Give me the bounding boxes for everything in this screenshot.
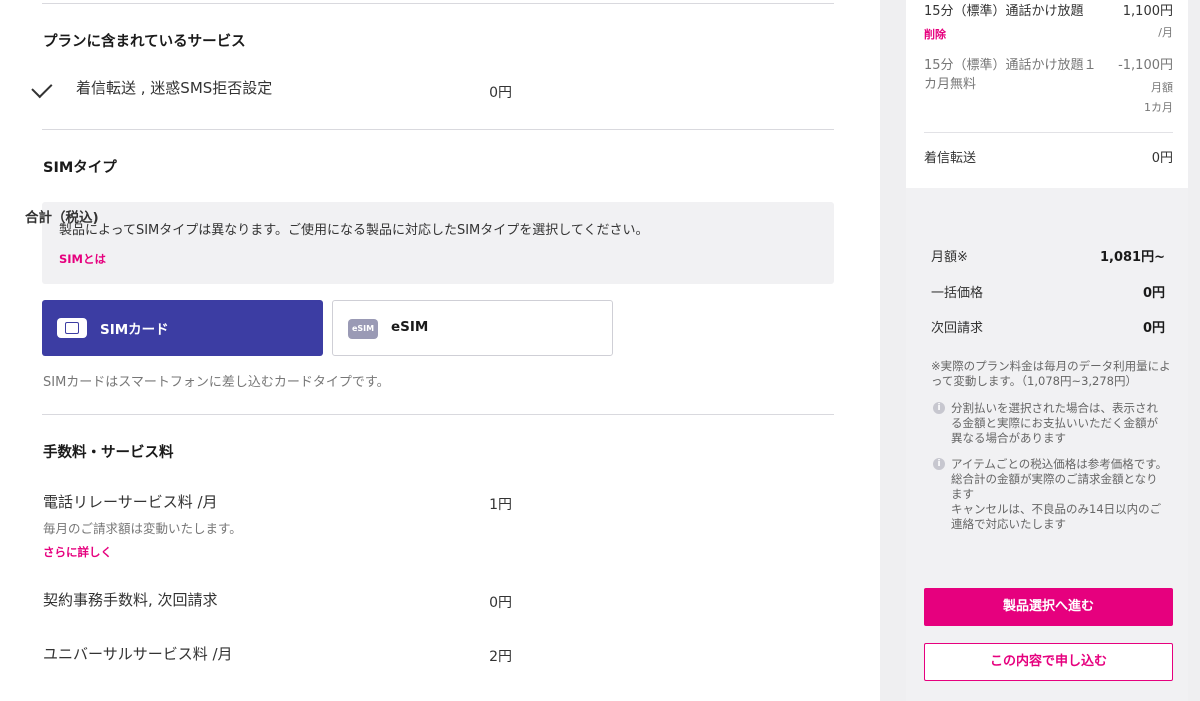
sim-card-label: SIMカード — [100, 322, 169, 338]
summary-item-price: 0円 — [1151, 151, 1173, 166]
divider — [924, 132, 1173, 133]
included-service-price: 0円 — [489, 85, 512, 101]
next-billing-label: 次回請求 — [931, 321, 984, 336]
fee-label-relay: 電話リレーサービス料 /月 — [43, 493, 218, 511]
summary-item-name: 15分（標準）通話かけ放題 — [924, 4, 1084, 19]
info-icon: i — [933, 402, 945, 414]
fee-label-universal: ユニバーサルサービス料 /月 — [43, 645, 233, 663]
summary-item-unit: 1カ月 — [1144, 101, 1173, 114]
summary-item-unit: /月 — [1158, 26, 1173, 39]
sim-info-box: 製品によってSIMタイプは異なります。ご使用になる製品に対応したSIMタイプを選… — [42, 202, 834, 284]
lump-sum-value: 0円 — [1142, 286, 1165, 301]
delete-link[interactable]: 削除 — [924, 26, 946, 42]
fee-price-contract: 0円 — [489, 595, 512, 611]
tax-info-text: アイテムごとの税込価格は参考価格です。総合計の金額が実際のご請求金額となります … — [951, 457, 1168, 531]
lump-sum-label: 一括価格 — [931, 286, 984, 301]
monthly-value: 1,081円~ — [1099, 250, 1165, 265]
info-icon: i — [933, 458, 945, 470]
installment-info-text: 分割払いを選択された場合は、表示される金額と実際にお支払いいただく金額が異なる場… — [951, 401, 1158, 445]
summary-item-unit: 月額 — [1151, 81, 1173, 94]
sim-card-option[interactable]: SIMカード — [42, 300, 323, 356]
monthly-label: 月額※ — [931, 250, 968, 265]
summary-item-name-cont: カ月無料 — [924, 77, 977, 92]
check-icon — [31, 77, 53, 99]
summary-item-name: 着信転送 — [924, 151, 977, 166]
divider — [42, 3, 834, 4]
fee-price-universal: 2円 — [489, 649, 512, 665]
sim-type-title: SIMタイプ — [43, 160, 117, 176]
sim-type-description: SIMカードはスマートフォンに差し込むカードタイプです。 — [43, 375, 390, 390]
esim-icon: eSIM — [348, 319, 378, 339]
summary-item-name: 15分（標準）通話かけ放題１ — [924, 58, 1097, 73]
fee-label-contract: 契約事務手数料, 次回請求 — [43, 591, 218, 609]
proceed-to-product-selection-button[interactable]: 製品選択へ進む — [924, 588, 1173, 626]
next-billing-value: 0円 — [1142, 321, 1165, 336]
included-service-item: 着信転送 , 迷惑SMS拒否設定 — [76, 79, 273, 97]
divider — [42, 129, 834, 130]
summary-item-price: -1,100円 — [1118, 58, 1173, 73]
what-is-sim-link[interactable]: SIMとは — [59, 251, 106, 267]
main-content: プランに含まれているサービス 着信転送 , 迷惑SMS拒否設定 0円 SIMタイ… — [0, 0, 880, 701]
divider — [42, 414, 834, 415]
sim-info-text: 製品によってSIMタイプは異なります。ご使用になる製品に対応したSIMタイプを選… — [59, 223, 649, 238]
total-title: 合計（税込) — [25, 210, 99, 226]
price-note: ※実際のプラン料金は毎月のデータ利用量によって変動します。（1,078円~3,2… — [931, 359, 1171, 388]
more-details-link[interactable]: さらに詳しく — [43, 544, 112, 560]
fees-section-title: 手数料・サービス料 — [43, 445, 174, 461]
esim-option[interactable]: eSIM eSIM — [332, 300, 613, 356]
apply-with-these-contents-button[interactable]: この内容で申し込む — [924, 643, 1173, 681]
services-section-title: プランに含まれているサービス — [43, 34, 246, 50]
summary-items: 15分（標準）通話かけ放題 1,100円 /月 削除 15分（標準）通話かけ放題… — [906, 0, 1188, 186]
esim-label: eSIM — [391, 319, 429, 335]
fee-price-relay: 1円 — [489, 497, 512, 513]
fee-note-relay: 毎月のご請求額は変動いたします。 — [43, 521, 242, 536]
sim-card-icon — [57, 318, 87, 338]
summary-item-price: 1,100円 — [1122, 4, 1173, 19]
